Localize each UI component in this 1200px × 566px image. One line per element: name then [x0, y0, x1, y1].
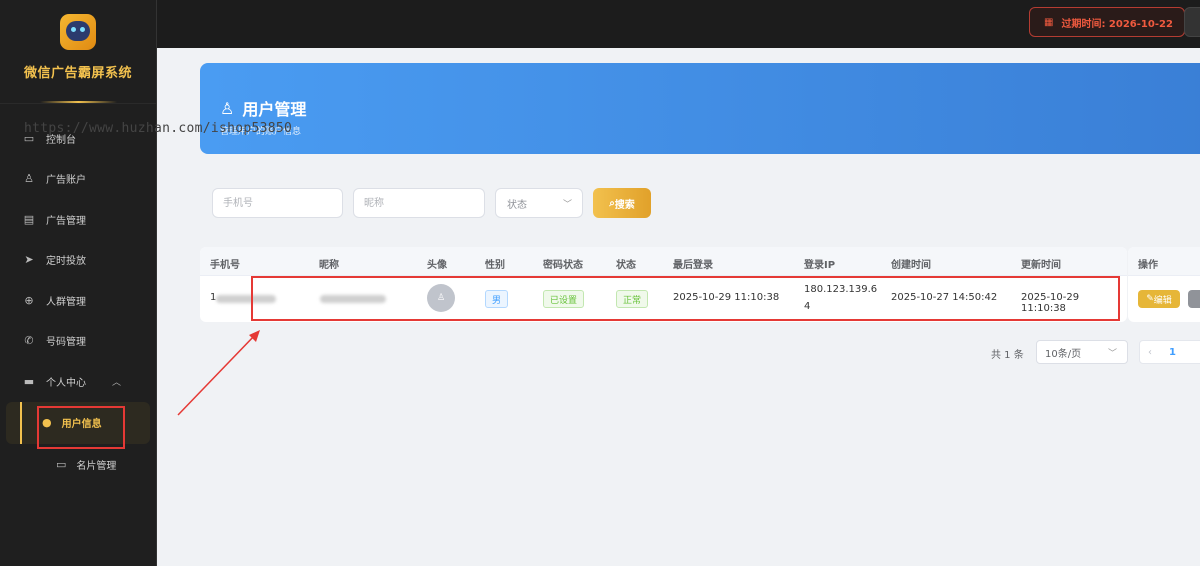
pager: ‹ 1 — [1139, 340, 1200, 364]
search-button[interactable]: ⌕ 搜索 — [593, 188, 651, 218]
actions-column: 操作 ✎ 编辑 — [1128, 247, 1200, 322]
highlight-box-row — [251, 276, 1120, 321]
user-menu-button[interactable] — [1184, 7, 1200, 37]
chevron-down-icon: ﹀ — [562, 199, 572, 210]
page-number[interactable]: 1 — [1169, 347, 1176, 358]
column-header: 性别 — [485, 260, 505, 271]
total-count: 共 1 条 — [991, 350, 1024, 361]
page-header-banner: ♙ 用户管理 管理用户的账户信息 — [200, 63, 1200, 154]
top-bar: ▦ 过期时间: 2026-10-22 — [157, 0, 1200, 48]
sidebar-item-label: 名片管理 — [76, 461, 117, 472]
expire-badge: ▦ 过期时间: 2026-10-22 — [1029, 7, 1185, 37]
column-header: 最后登录 — [673, 260, 713, 271]
edit-button-label: 编辑 — [1153, 295, 1172, 306]
sidebar-item-card-management[interactable]: ▭ 名片管理 — [20, 444, 150, 486]
column-header: 密码状态 — [543, 260, 583, 271]
column-header: 创建时间 — [891, 260, 931, 271]
page-size-select[interactable]: 10条/页 ﹀ — [1036, 340, 1128, 364]
search-button-label: 搜索 — [614, 199, 635, 211]
calendar-icon: ▦ — [1044, 16, 1054, 28]
column-header: 更新时间 — [1021, 260, 1061, 271]
table-header — [200, 247, 1127, 276]
more-button[interactable] — [1188, 290, 1200, 308]
edit-button[interactable]: ✎ 编辑 — [1138, 290, 1180, 308]
card-icon: ▭ — [56, 458, 67, 471]
expire-text: 过期时间: 2026-10-22 — [1061, 18, 1173, 30]
status-select[interactable]: 状态 ﹀ — [495, 188, 583, 218]
column-header: 状态 — [616, 260, 636, 271]
prev-page-button[interactable]: ‹ — [1148, 347, 1152, 358]
status-select-placeholder: 状态 — [507, 199, 527, 211]
annotation-arrow — [177, 330, 260, 416]
column-header: 头像 — [427, 260, 447, 271]
column-header: 昵称 — [319, 260, 339, 271]
column-header: 登录IP — [804, 260, 836, 271]
nickname-search-input[interactable] — [353, 188, 485, 218]
chevron-down-icon: ﹀ — [1107, 348, 1117, 359]
page-size-value: 10条/页 — [1045, 348, 1082, 360]
edit-icon: ✎ — [1146, 294, 1154, 304]
column-header: 操作 — [1138, 260, 1158, 271]
